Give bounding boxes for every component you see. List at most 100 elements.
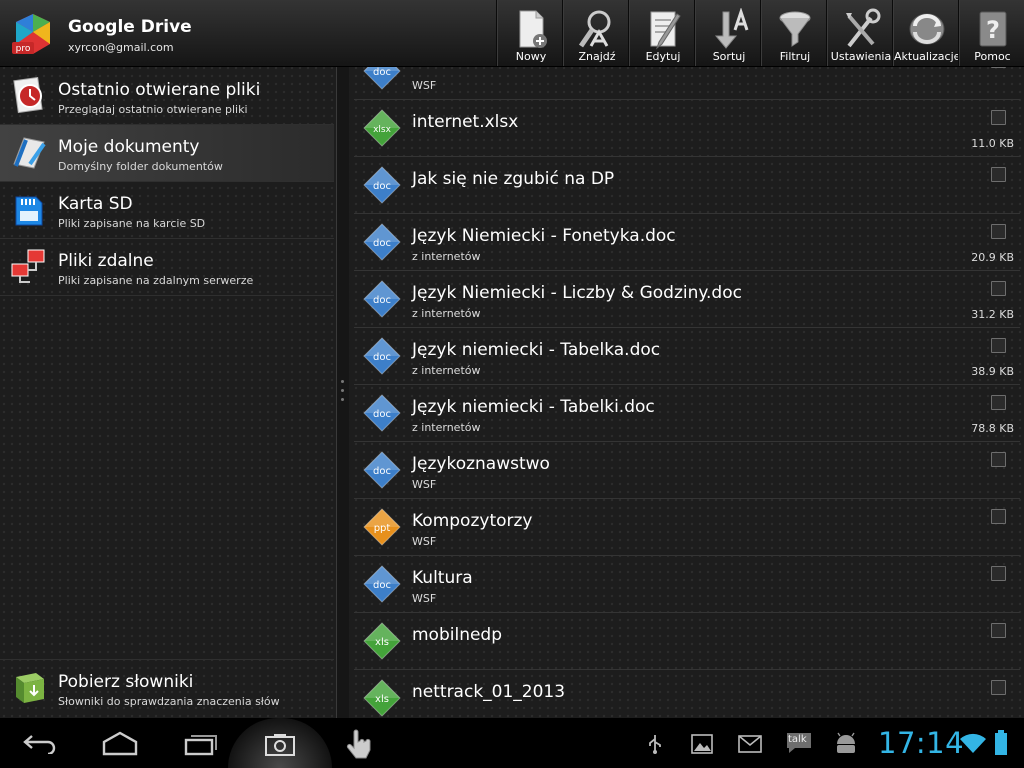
svg-text:doc: doc [373,352,391,363]
file-row[interactable]: doc Kultura WSF [354,556,1020,613]
file-name: Język Niemiecki - Liczby & Godziny.doc [412,283,742,303]
sidebar-item-my-documents[interactable]: Moje dokumenty Domyślny folder dokumentó… [0,125,334,182]
svg-text:pro: pro [16,44,31,54]
file-name: Językoznawstwo [412,454,550,474]
talk-icon: talk [785,731,813,755]
settings-icon [846,8,881,48]
settings-button[interactable]: Ustawienia [827,0,894,66]
home-icon[interactable] [100,730,140,756]
file-row[interactable]: ppt Kompozytorzy WSF [354,499,1020,556]
file-name: Język niemiecki - Tabelki.doc [412,397,655,417]
sidebar-item-sd-card[interactable]: Karta SD Pliki zapisane na karcie SD [0,182,334,239]
svg-text:?: ? [986,16,1000,44]
sidebar-item-subtitle: Słowniki do sprawdzania znaczenia słów [58,695,280,708]
sidebar-item-subtitle: Pliki zapisane na karcie SD [58,217,206,230]
doc-file-icon: doc [363,223,401,261]
file-row[interactable]: doc Język Niemiecki - Fonetyka.doc z inter… [354,214,1020,271]
file-row[interactable]: xlsx internet.xlsx 11.0 KB [354,100,1020,157]
file-row[interactable]: doc Język niemiecki - Tabelki.doc z intern… [354,385,1020,442]
file-row[interactable]: xls nettrack_01_2013 [354,670,1020,718]
filter-label: Filtruj [779,50,811,63]
file-checkbox[interactable] [991,338,1006,353]
file-name: Kompozytorzy [412,511,533,531]
sidebar-item-subtitle: Pliki zapisane na zdalnym serwerze [58,274,254,287]
pane-resize-handle[interactable] [336,67,349,718]
system-navigation-bar: talk 17:14 [0,718,1024,768]
svg-text:xls: xls [375,694,389,705]
svg-text:xls: xls [375,637,389,648]
file-row[interactable]: doc Językoznawstwo WSF [354,442,1020,499]
remote-files-icon [11,249,45,283]
file-checkbox[interactable] [991,623,1006,638]
screenshot-icon [265,734,295,756]
sidebar-item-download-dictionaries[interactable]: Pobierz słowniki Słowniki do sprawdzania… [0,659,334,716]
download-dictionaries-icon [16,673,44,703]
sd-card-icon [15,196,43,226]
status-clock: 17:14 [878,726,965,760]
touch-icon[interactable] [344,728,376,760]
updates-button[interactable]: Aktualizacje [893,0,960,66]
file-row[interactable]: doc Jak się nie zgubić na DP [354,157,1020,214]
sidebar-item-title: Karta SD [58,194,133,214]
sidebar-item-title: Ostatnio otwierane pliki [58,80,261,100]
help-button[interactable]: ? Pomoc [959,0,1024,66]
file-name: nettrack_01_2013 [412,682,566,702]
file-checkbox[interactable] [991,509,1006,524]
svg-text:ppt: ppt [374,523,391,534]
svg-text:doc: doc [373,295,391,306]
file-row[interactable]: doc Język Niemiecki - Liczby & Godziny.do… [354,271,1020,328]
filter-button[interactable]: Filtruj [761,0,828,66]
battery-icon [995,730,1007,755]
filter-icon [779,11,811,47]
file-size: 31.2 KB [971,308,1014,321]
updates-label: Aktualizacje [894,50,961,63]
svg-text:doc: doc [373,67,391,78]
file-checkbox[interactable] [991,67,1006,68]
file-checkbox[interactable] [991,110,1006,125]
find-button[interactable]: Znajdź [563,0,630,66]
file-checkbox[interactable] [991,281,1006,296]
file-row[interactable]: doc Język niemiecki - Tabelka.doc z intern… [354,328,1020,385]
file-row[interactable]: xls mobilnedp [354,613,1020,670]
file-subtitle: z internetów [412,421,481,434]
file-subtitle: z internetów [412,307,481,320]
file-subtitle: z internetów [412,364,481,377]
file-size: 20.9 KB [971,251,1014,264]
recent-apps-icon[interactable] [182,730,220,756]
xlsx-file-icon: xlsx [363,109,401,147]
sort-label: Sortuj [712,50,746,63]
ophiiapp-pro-logo[interactable]: pro [10,12,56,56]
file-checkbox[interactable] [991,566,1006,581]
sidebar-item-recent[interactable]: Ostatnio otwierane pliki Przeglądaj osta… [0,68,334,125]
back-icon[interactable] [22,732,58,754]
sidebar: Ostatnio otwierane pliki Przeglądaj osta… [0,67,336,718]
edit-button[interactable]: Edytuj [629,0,696,66]
find-label: Znajdź [578,50,616,63]
svg-text:doc: doc [373,409,391,420]
new-button[interactable]: Nowy [497,0,564,66]
usb-icon [649,735,661,754]
file-checkbox[interactable] [991,680,1006,695]
file-checkbox[interactable] [991,395,1006,410]
doc-file-icon: doc [363,337,401,375]
file-checkbox[interactable] [991,224,1006,239]
account-email: xyrcon@gmail.com [68,41,174,54]
app-title: Google Drive [68,17,192,37]
wifi-icon [960,733,986,753]
file-size: 11.0 KB [971,137,1014,150]
file-subtitle: WSF [412,535,437,548]
file-checkbox[interactable] [991,167,1006,182]
file-size: 38.9 KB [971,365,1014,378]
screenshot-button[interactable] [228,718,332,768]
sidebar-item-remote-files[interactable]: Pliki zdalne Pliki zapisane na zdalnym s… [0,239,334,296]
file-checkbox[interactable] [991,452,1006,467]
file-row[interactable]: doc WSF [354,67,1020,100]
svg-text:doc: doc [373,466,391,477]
file-name: Język Niemiecki - Fonetyka.doc [412,226,676,246]
svg-text:xlsx: xlsx [373,125,392,135]
new-label: Nowy [515,50,547,63]
sidebar-item-title: Pliki zdalne [58,251,154,271]
edit-icon [650,11,681,50]
sort-button[interactable]: Sortuj [695,0,762,66]
new-document-icon [519,10,547,48]
